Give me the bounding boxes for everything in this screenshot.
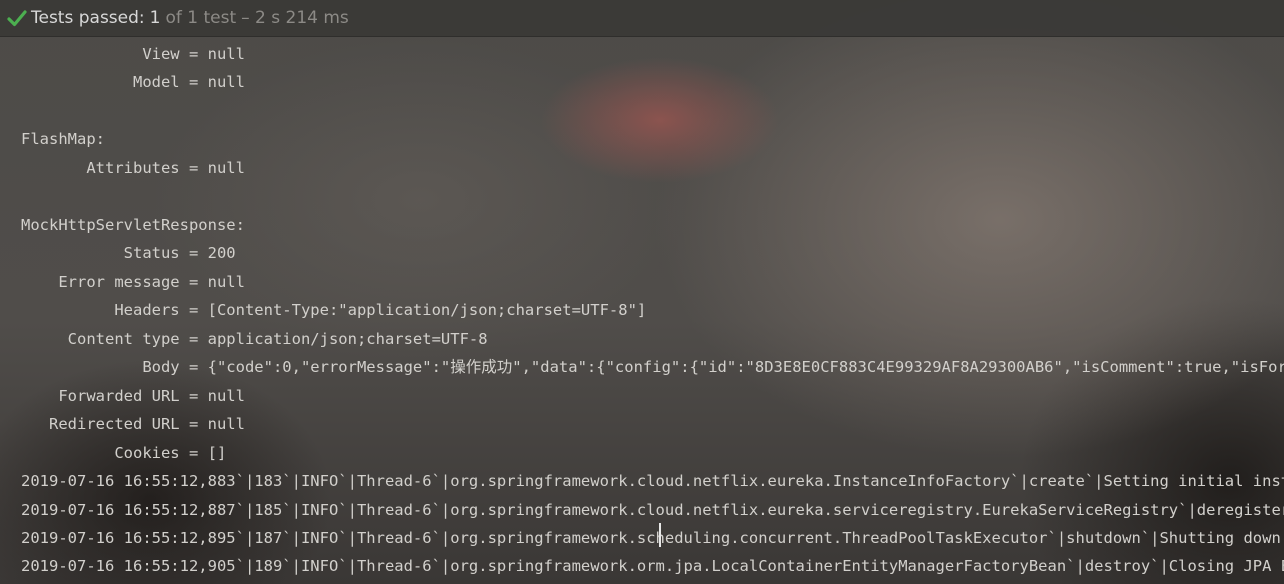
text-cursor [659, 523, 661, 547]
console-line: 2019-07-16 16:55:12,905`|189`|INFO`|Thre… [21, 557, 1284, 575]
console-line: FlashMap: [21, 130, 105, 148]
console-line: Cookies = [] [21, 444, 227, 462]
console-line: Body = {"code":0,"errorMessage":"操作成功","… [21, 358, 1284, 376]
console-line: 2019-07-16 16:55:12,895`|187`|INFO`|Thre… [21, 529, 1284, 547]
console-line: Forwarded URL = null [21, 387, 245, 405]
console-line: 2019-07-16 16:55:12,883`|183`|INFO`|Thre… [21, 472, 1284, 490]
console-line: Headers = [Content-Type:"application/jso… [21, 301, 647, 319]
check-icon [7, 10, 27, 27]
console-line: MockHttpServletResponse: [21, 216, 245, 234]
console-line: Status = 200 [21, 244, 236, 262]
console-line: Error message = null [21, 273, 245, 291]
console-line: 2019-07-16 16:55:12,887`|185`|INFO`|Thre… [21, 501, 1284, 519]
test-duration: – 2 s 214 ms [241, 8, 349, 28]
test-total-label: of 1 test [165, 8, 237, 28]
console-output[interactable]: View = null Model = null FlashMap: Attri… [0, 40, 1284, 584]
test-status-label: Tests passed: [31, 8, 145, 28]
console-line: Attributes = null [21, 159, 245, 177]
console-line: View = null [21, 45, 245, 63]
test-passed-count: 1 [149, 8, 161, 28]
console-line: Content type = application/json;charset=… [21, 330, 488, 348]
test-results-bar: Tests passed: 1 of 1 test – 2 s 214 ms [0, 0, 1284, 37]
console-line: Model = null [21, 73, 245, 91]
console-line: Redirected URL = null [21, 415, 245, 433]
